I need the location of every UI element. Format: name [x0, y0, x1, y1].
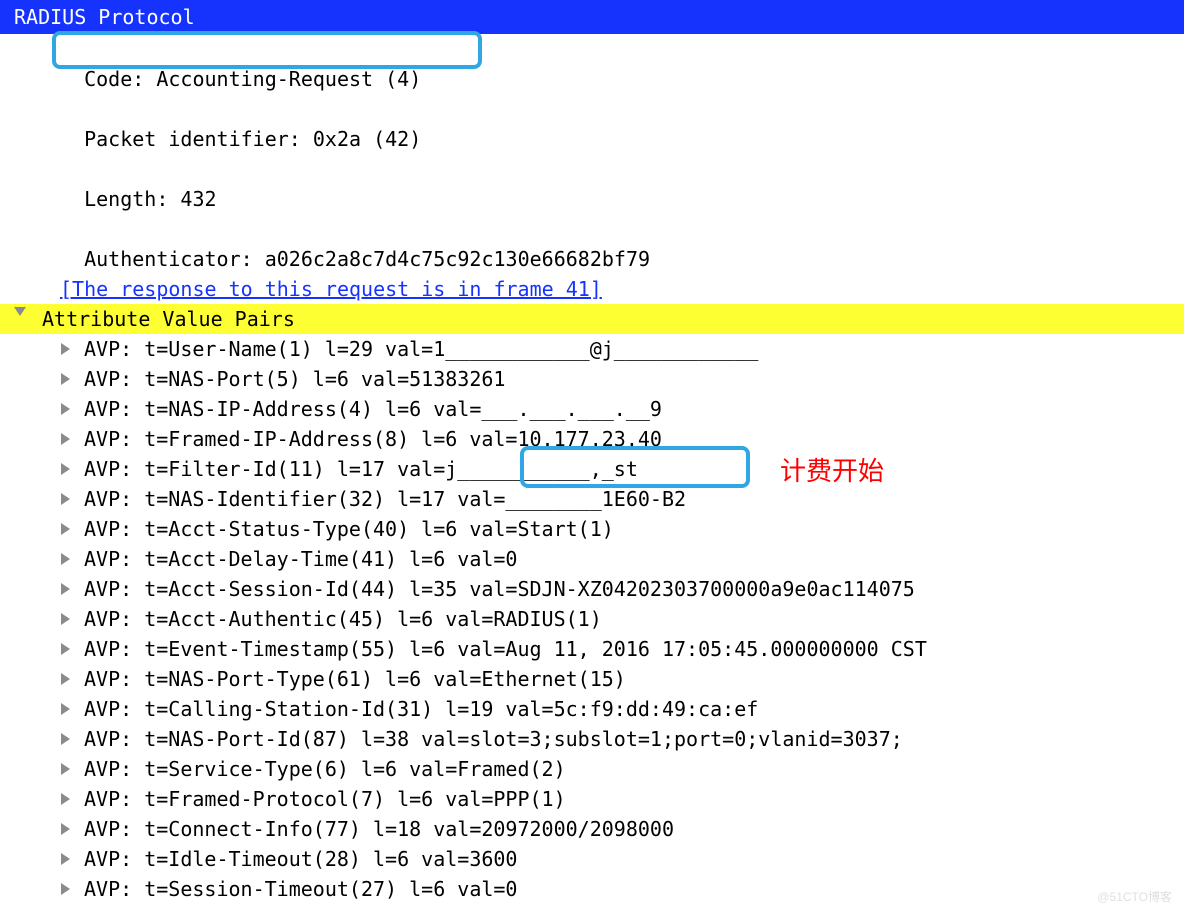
- avp-row[interactable]: AVP: t=Calling-Station-Id(31) l=19 val=5…: [0, 694, 1184, 724]
- expand-toggle[interactable]: [62, 643, 84, 655]
- expand-toggle[interactable]: [62, 463, 84, 475]
- avp-row[interactable]: AVP: t=Framed-Protocol(7) l=6 val=PPP(1): [0, 784, 1184, 814]
- avp-row[interactable]: AVP: t=NAS-Identifier(32) l=17 val=_____…: [0, 484, 1184, 514]
- avp-text: AVP: t=Service-Type(6) l=6 val=Framed(2): [84, 754, 566, 784]
- avp-list: AVP: t=User-Name(1) l=29 val=1__________…: [0, 334, 1184, 904]
- chevron-right-icon: [61, 553, 70, 565]
- avp-text: AVP: t=NAS-Port(5) l=6 val=51383261: [84, 364, 505, 394]
- expand-toggle[interactable]: [62, 583, 84, 595]
- chevron-down-icon: [14, 307, 26, 316]
- chevron-right-icon: [61, 403, 70, 415]
- expand-toggle[interactable]: [62, 883, 84, 895]
- expand-toggle[interactable]: [62, 733, 84, 745]
- expand-toggle[interactable]: [62, 763, 84, 775]
- expand-toggle[interactable]: [62, 793, 84, 805]
- avp-section-label: Attribute Value Pairs: [42, 304, 295, 334]
- field-code[interactable]: Code: Accounting-Request (4): [0, 34, 1184, 94]
- avp-row[interactable]: AVP: t=Idle-Timeout(28) l=6 val=3600: [0, 844, 1184, 874]
- field-authenticator[interactable]: Authenticator: a026c2a8c7d4c75c92c130e66…: [0, 214, 1184, 274]
- avp-text: AVP: t=Acct-Status-Type(40) l=6 val=Star…: [84, 514, 614, 544]
- expand-toggle[interactable]: [62, 373, 84, 385]
- watermark: @51CTO博客: [1097, 888, 1172, 906]
- avp-row[interactable]: AVP: t=Session-Timeout(27) l=6 val=0: [0, 874, 1184, 904]
- chevron-right-icon: [61, 493, 70, 505]
- expand-toggle[interactable]: [62, 613, 84, 625]
- avp-row[interactable]: AVP: t=NAS-Port-Type(61) l=6 val=Etherne…: [0, 664, 1184, 694]
- expand-toggle[interactable]: [62, 403, 84, 415]
- chevron-right-icon: [61, 373, 70, 385]
- chevron-right-icon: [61, 433, 70, 445]
- avp-text: AVP: t=Framed-IP-Address(8) l=6 val=10.1…: [84, 424, 662, 454]
- avp-text: AVP: t=Connect-Info(77) l=18 val=2097200…: [84, 814, 674, 844]
- chevron-right-icon: [61, 823, 70, 835]
- expand-toggle[interactable]: [62, 673, 84, 685]
- chevron-right-icon: [61, 673, 70, 685]
- avp-section-header[interactable]: Attribute Value Pairs: [0, 304, 1184, 334]
- avp-text: AVP: t=NAS-Port-Id(87) l=38 val=slot=3;s…: [84, 724, 903, 754]
- chevron-right-icon: [61, 463, 70, 475]
- protocol-header: RADIUS Protocol: [0, 0, 1184, 34]
- avp-row[interactable]: AVP: t=NAS-Port-Id(87) l=38 val=slot=3;s…: [0, 724, 1184, 754]
- protocol-title: RADIUS Protocol: [14, 5, 195, 29]
- chevron-right-icon: [61, 793, 70, 805]
- response-frame-link[interactable]: [The response to this request is in fram…: [0, 274, 1184, 304]
- avp-text: AVP: t=Acct-Authentic(45) l=6 val=RADIUS…: [84, 604, 602, 634]
- avp-row[interactable]: AVP: t=Acct-Authentic(45) l=6 val=RADIUS…: [0, 604, 1184, 634]
- annotation-label: 计费开始: [780, 452, 884, 491]
- avp-text: AVP: t=NAS-Port-Type(61) l=6 val=Etherne…: [84, 664, 626, 694]
- avp-row[interactable]: AVP: t=NAS-Port(5) l=6 val=51383261: [0, 364, 1184, 394]
- field-length[interactable]: Length: 432: [0, 154, 1184, 214]
- avp-text: AVP: t=User-Name(1) l=29 val=1__________…: [84, 334, 758, 364]
- avp-text: AVP: t=Event-Timestamp(55) l=6 val=Aug 1…: [84, 634, 927, 664]
- avp-text: AVP: t=NAS-Identifier(32) l=17 val=_____…: [84, 484, 686, 514]
- avp-row[interactable]: AVP: t=Service-Type(6) l=6 val=Framed(2): [0, 754, 1184, 784]
- field-packet-identifier[interactable]: Packet identifier: 0x2a (42): [0, 94, 1184, 154]
- expand-toggle[interactable]: [62, 853, 84, 865]
- chevron-right-icon: [61, 763, 70, 775]
- avp-row[interactable]: AVP: t=Acct-Session-Id(44) l=35 val=SDJN…: [0, 574, 1184, 604]
- avp-row[interactable]: AVP: t=Acct-Status-Type(40) l=6 val=Star…: [0, 514, 1184, 544]
- avp-text: AVP: t=Framed-Protocol(7) l=6 val=PPP(1): [84, 784, 566, 814]
- avp-row[interactable]: AVP: t=Event-Timestamp(55) l=6 val=Aug 1…: [0, 634, 1184, 664]
- chevron-right-icon: [61, 583, 70, 595]
- avp-text: AVP: t=Acct-Delay-Time(41) l=6 val=0: [84, 544, 517, 574]
- expand-toggle[interactable]: [62, 523, 84, 535]
- expand-toggle[interactable]: [62, 433, 84, 445]
- chevron-right-icon: [61, 343, 70, 355]
- chevron-right-icon: [61, 643, 70, 655]
- chevron-right-icon: [61, 853, 70, 865]
- expand-toggle[interactable]: [62, 493, 84, 505]
- avp-text: AVP: t=Filter-Id(11) l=17 val=j_________…: [84, 454, 638, 484]
- avp-text: AVP: t=Calling-Station-Id(31) l=19 val=5…: [84, 694, 758, 724]
- avp-text: AVP: t=Idle-Timeout(28) l=6 val=3600: [84, 844, 517, 874]
- chevron-right-icon: [61, 703, 70, 715]
- avp-text: AVP: t=Acct-Session-Id(44) l=35 val=SDJN…: [84, 574, 915, 604]
- chevron-right-icon: [61, 883, 70, 895]
- expand-toggle[interactable]: [62, 553, 84, 565]
- avp-row[interactable]: AVP: t=Framed-IP-Address(8) l=6 val=10.1…: [0, 424, 1184, 454]
- avp-text: AVP: t=NAS-IP-Address(4) l=6 val=___.___…: [84, 394, 662, 424]
- chevron-right-icon: [61, 733, 70, 745]
- expand-toggle[interactable]: [62, 703, 84, 715]
- avp-text: AVP: t=Session-Timeout(27) l=6 val=0: [84, 874, 517, 904]
- expand-toggle[interactable]: [62, 823, 84, 835]
- chevron-right-icon: [61, 613, 70, 625]
- avp-row[interactable]: AVP: t=User-Name(1) l=29 val=1__________…: [0, 334, 1184, 364]
- avp-row[interactable]: AVP: t=Connect-Info(77) l=18 val=2097200…: [0, 814, 1184, 844]
- avp-row[interactable]: AVP: t=NAS-IP-Address(4) l=6 val=___.___…: [0, 394, 1184, 424]
- expand-toggle[interactable]: [62, 343, 84, 355]
- chevron-right-icon: [61, 523, 70, 535]
- expand-toggle-avp[interactable]: [18, 304, 40, 316]
- avp-row[interactable]: AVP: t=Filter-Id(11) l=17 val=j_________…: [0, 454, 1184, 484]
- avp-row[interactable]: AVP: t=Acct-Delay-Time(41) l=6 val=0: [0, 544, 1184, 574]
